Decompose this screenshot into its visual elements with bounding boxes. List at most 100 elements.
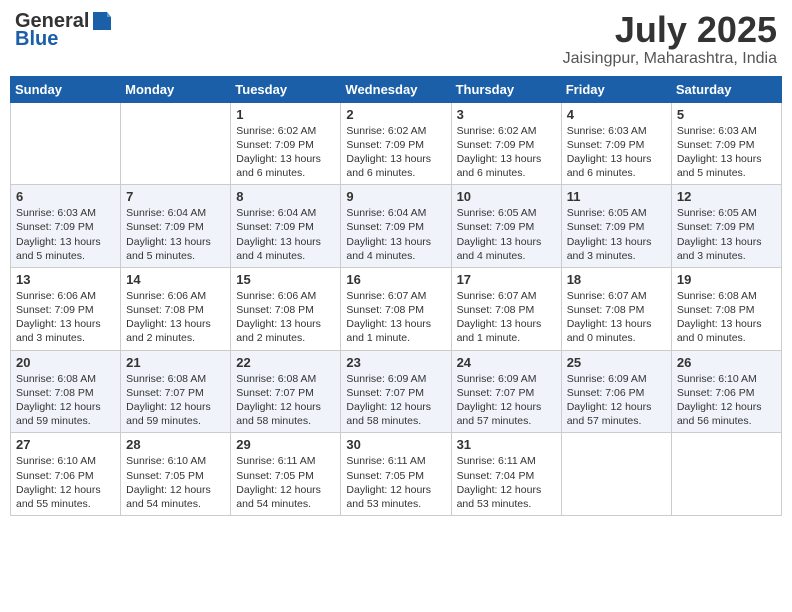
day-number: 2 xyxy=(346,107,445,122)
calendar-cell: 11 Sunrise: 6:05 AM Sunset: 7:09 PM Dayli… xyxy=(561,185,671,268)
calendar-day-header: Friday xyxy=(561,76,671,102)
month-year-title: July 2025 xyxy=(563,10,777,50)
calendar-week-row: 20 Sunrise: 6:08 AM Sunset: 7:08 PM Dayli… xyxy=(11,350,782,433)
day-number: 18 xyxy=(567,272,666,287)
calendar-cell: 9Sunrise: 6:04 AM Sunset: 7:09 PM Daylig… xyxy=(341,185,451,268)
day-info: Sunrise: 6:02 AM Sunset: 7:09 PM Dayligh… xyxy=(236,124,335,181)
calendar-cell xyxy=(561,433,671,516)
day-info: Sunrise: 6:06 AM Sunset: 7:09 PM Dayligh… xyxy=(16,289,115,346)
day-number: 29 xyxy=(236,437,335,452)
calendar-day-header: Tuesday xyxy=(231,76,341,102)
day-number: 25 xyxy=(567,355,666,370)
day-info: Sunrise: 6:10 AM Sunset: 7:05 PM Dayligh… xyxy=(126,454,225,511)
page-header: General Blue July 2025 Jaisingpur, Mahar… xyxy=(10,10,782,68)
day-number: 23 xyxy=(346,355,445,370)
day-number: 21 xyxy=(126,355,225,370)
day-number: 4 xyxy=(567,107,666,122)
day-number: 7 xyxy=(126,189,225,204)
calendar-cell: 26 Sunrise: 6:10 AM Sunset: 7:06 PM Dayli… xyxy=(671,350,781,433)
day-number: 19 xyxy=(677,272,776,287)
calendar-cell: 25 Sunrise: 6:09 AM Sunset: 7:06 PM Dayli… xyxy=(561,350,671,433)
day-info: Sunrise: 6:08 AM Sunset: 7:07 PM Dayligh… xyxy=(236,372,335,429)
calendar-cell: 18Sunrise: 6:07 AM Sunset: 7:08 PM Dayli… xyxy=(561,267,671,350)
day-info: Sunrise: 6:09 AM Sunset: 7:06 PM Dayligh… xyxy=(567,372,666,429)
day-number: 20 xyxy=(16,355,115,370)
calendar-cell: 2 Sunrise: 6:02 AM Sunset: 7:09 PM Daylig… xyxy=(341,102,451,185)
day-info: Sunrise: 6:03 AM Sunset: 7:09 PM Dayligh… xyxy=(16,206,115,263)
day-number: 6 xyxy=(16,189,115,204)
calendar-cell: 28 Sunrise: 6:10 AM Sunset: 7:05 PM Dayli… xyxy=(121,433,231,516)
calendar-cell: 27Sunrise: 6:10 AM Sunset: 7:06 PM Dayli… xyxy=(11,433,121,516)
calendar-cell: 12Sunrise: 6:05 AM Sunset: 7:09 PM Dayli… xyxy=(671,185,781,268)
day-info: Sunrise: 6:02 AM Sunset: 7:09 PM Dayligh… xyxy=(346,124,445,181)
logo: General Blue xyxy=(15,10,113,50)
day-number: 14 xyxy=(126,272,225,287)
calendar-cell: 7 Sunrise: 6:04 AM Sunset: 7:09 PM Daylig… xyxy=(121,185,231,268)
day-info: Sunrise: 6:09 AM Sunset: 7:07 PM Dayligh… xyxy=(346,372,445,429)
day-info: Sunrise: 6:10 AM Sunset: 7:06 PM Dayligh… xyxy=(677,372,776,429)
calendar-cell: 14 Sunrise: 6:06 AM Sunset: 7:08 PM Dayli… xyxy=(121,267,231,350)
calendar-cell xyxy=(121,102,231,185)
calendar-cell: 21 Sunrise: 6:08 AM Sunset: 7:07 PM Dayli… xyxy=(121,350,231,433)
day-info: Sunrise: 6:03 AM Sunset: 7:09 PM Dayligh… xyxy=(567,124,666,181)
day-number: 9 xyxy=(346,189,445,204)
day-number: 17 xyxy=(457,272,556,287)
day-info: Sunrise: 6:02 AM Sunset: 7:09 PM Dayligh… xyxy=(457,124,556,181)
title-block: July 2025 Jaisingpur, Maharashtra, India xyxy=(563,10,777,68)
day-number: 30 xyxy=(346,437,445,452)
calendar-cell: 4 Sunrise: 6:03 AM Sunset: 7:09 PM Daylig… xyxy=(561,102,671,185)
day-info: Sunrise: 6:04 AM Sunset: 7:09 PM Dayligh… xyxy=(126,206,225,263)
calendar-cell: 16Sunrise: 6:07 AM Sunset: 7:08 PM Dayli… xyxy=(341,267,451,350)
calendar-cell: 3Sunrise: 6:02 AM Sunset: 7:09 PM Daylig… xyxy=(451,102,561,185)
calendar-week-row: 1 Sunrise: 6:02 AM Sunset: 7:09 PM Daylig… xyxy=(11,102,782,185)
calendar-cell: 22 Sunrise: 6:08 AM Sunset: 7:07 PM Dayli… xyxy=(231,350,341,433)
day-info: Sunrise: 6:08 AM Sunset: 7:08 PM Dayligh… xyxy=(677,289,776,346)
day-info: Sunrise: 6:06 AM Sunset: 7:08 PM Dayligh… xyxy=(236,289,335,346)
day-info: Sunrise: 6:05 AM Sunset: 7:09 PM Dayligh… xyxy=(457,206,556,263)
day-info: Sunrise: 6:08 AM Sunset: 7:07 PM Dayligh… xyxy=(126,372,225,429)
day-number: 11 xyxy=(567,189,666,204)
day-number: 31 xyxy=(457,437,556,452)
calendar-cell: 24 Sunrise: 6:09 AM Sunset: 7:07 PM Dayli… xyxy=(451,350,561,433)
day-info: Sunrise: 6:09 AM Sunset: 7:07 PM Dayligh… xyxy=(457,372,556,429)
day-info: Sunrise: 6:06 AM Sunset: 7:08 PM Dayligh… xyxy=(126,289,225,346)
day-info: Sunrise: 6:03 AM Sunset: 7:09 PM Dayligh… xyxy=(677,124,776,181)
calendar-day-header: Thursday xyxy=(451,76,561,102)
day-info: Sunrise: 6:07 AM Sunset: 7:08 PM Dayligh… xyxy=(457,289,556,346)
calendar-cell: 17 Sunrise: 6:07 AM Sunset: 7:08 PM Dayli… xyxy=(451,267,561,350)
calendar-cell: 6 Sunrise: 6:03 AM Sunset: 7:09 PM Daylig… xyxy=(11,185,121,268)
day-info: Sunrise: 6:05 AM Sunset: 7:09 PM Dayligh… xyxy=(567,206,666,263)
calendar-cell: 15 Sunrise: 6:06 AM Sunset: 7:08 PM Dayli… xyxy=(231,267,341,350)
calendar-cell: 1 Sunrise: 6:02 AM Sunset: 7:09 PM Daylig… xyxy=(231,102,341,185)
calendar-cell: 20 Sunrise: 6:08 AM Sunset: 7:08 PM Dayli… xyxy=(11,350,121,433)
day-number: 13 xyxy=(16,272,115,287)
day-number: 28 xyxy=(126,437,225,452)
calendar-day-header: Monday xyxy=(121,76,231,102)
day-number: 10 xyxy=(457,189,556,204)
day-number: 24 xyxy=(457,355,556,370)
day-number: 22 xyxy=(236,355,335,370)
calendar-cell: 29 Sunrise: 6:11 AM Sunset: 7:05 PM Dayli… xyxy=(231,433,341,516)
day-number: 15 xyxy=(236,272,335,287)
calendar-cell: 31Sunrise: 6:11 AM Sunset: 7:04 PM Dayli… xyxy=(451,433,561,516)
calendar-day-header: Saturday xyxy=(671,76,781,102)
day-number: 1 xyxy=(236,107,335,122)
calendar-cell: 5 Sunrise: 6:03 AM Sunset: 7:09 PM Daylig… xyxy=(671,102,781,185)
day-info: Sunrise: 6:11 AM Sunset: 7:05 PM Dayligh… xyxy=(236,454,335,511)
day-info: Sunrise: 6:07 AM Sunset: 7:08 PM Dayligh… xyxy=(346,289,445,346)
day-number: 12 xyxy=(677,189,776,204)
day-info: Sunrise: 6:08 AM Sunset: 7:08 PM Dayligh… xyxy=(16,372,115,429)
day-number: 8 xyxy=(236,189,335,204)
calendar-cell: 23 Sunrise: 6:09 AM Sunset: 7:07 PM Dayli… xyxy=(341,350,451,433)
day-number: 26 xyxy=(677,355,776,370)
calendar-body: 1 Sunrise: 6:02 AM Sunset: 7:09 PM Daylig… xyxy=(11,102,782,515)
calendar-week-row: 6 Sunrise: 6:03 AM Sunset: 7:09 PM Daylig… xyxy=(11,185,782,268)
day-number: 27 xyxy=(16,437,115,452)
day-info: Sunrise: 6:04 AM Sunset: 7:09 PM Dayligh… xyxy=(236,206,335,263)
calendar-cell: 8 Sunrise: 6:04 AM Sunset: 7:09 PM Daylig… xyxy=(231,185,341,268)
calendar-cell xyxy=(671,433,781,516)
day-number: 5 xyxy=(677,107,776,122)
calendar-week-row: 13 Sunrise: 6:06 AM Sunset: 7:09 PM Dayli… xyxy=(11,267,782,350)
calendar-cell: 19 Sunrise: 6:08 AM Sunset: 7:08 PM Dayli… xyxy=(671,267,781,350)
calendar-table: SundayMondayTuesdayWednesdayThursdayFrid… xyxy=(10,76,782,516)
